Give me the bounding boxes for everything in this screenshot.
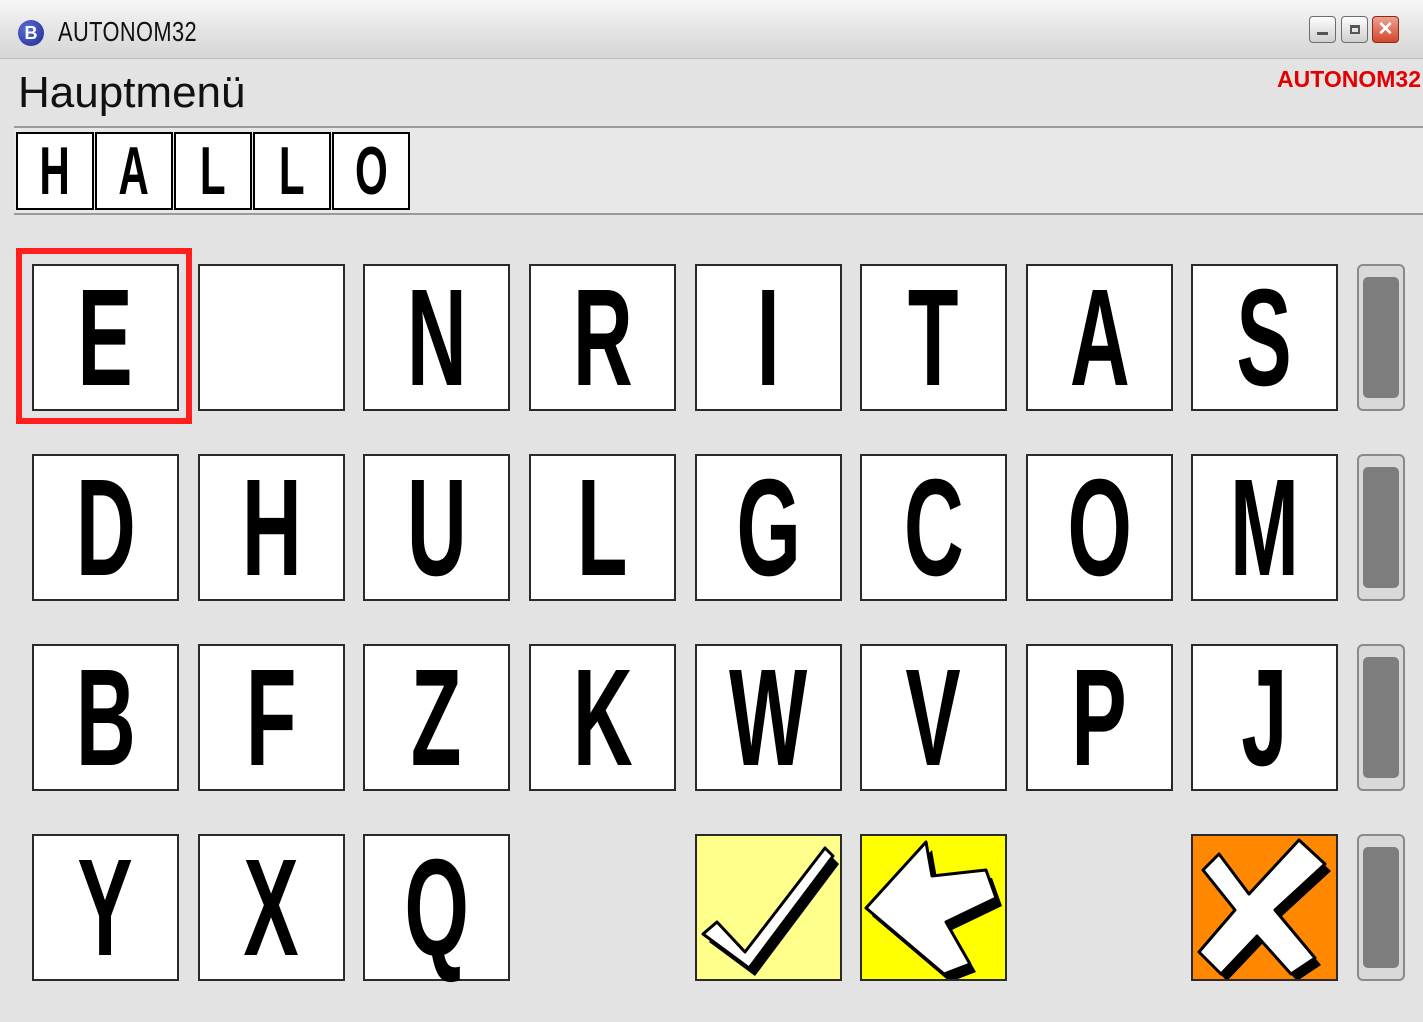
key-w[interactable]: W (695, 644, 842, 791)
key-b[interactable]: B (32, 644, 179, 791)
key-r[interactable]: R (529, 264, 676, 411)
key-t[interactable]: T (860, 264, 1007, 411)
text-output: H A L L O (16, 132, 411, 210)
key-n[interactable]: N (363, 264, 510, 411)
key-a[interactable]: A (1026, 264, 1173, 411)
row-scroll-button-4[interactable] (1357, 834, 1405, 981)
scroll-thumb (1363, 657, 1399, 778)
backspace-button[interactable] (860, 834, 1007, 981)
row-scroll-button-2[interactable] (1357, 454, 1405, 601)
key-space[interactable] (198, 264, 345, 411)
key-h[interactable]: H (198, 454, 345, 601)
key-i[interactable]: I (695, 264, 842, 411)
page-title: Hauptmenü (18, 68, 246, 117)
cancel-button[interactable] (1191, 834, 1338, 981)
key-s[interactable]: S (1191, 264, 1338, 411)
key-c[interactable]: C (860, 454, 1007, 601)
minimize-button[interactable] (1309, 16, 1336, 43)
close-icon: ✕ (1377, 19, 1394, 40)
output-letter: L (253, 132, 331, 210)
divider-bottom (14, 213, 1423, 215)
app-icon: B (18, 20, 44, 46)
brand-label: AUTONOM32 (1277, 66, 1421, 92)
output-letter: L (174, 132, 252, 210)
scroll-thumb (1363, 277, 1399, 398)
scroll-thumb (1363, 467, 1399, 588)
maximize-button[interactable] (1341, 16, 1368, 43)
key-m[interactable]: M (1191, 454, 1338, 601)
key-v[interactable]: V (860, 644, 1007, 791)
key-z[interactable]: Z (363, 644, 510, 791)
output-letter: H (16, 132, 94, 210)
key-y[interactable]: Y (32, 834, 179, 981)
title-bar: B AUTONOM32 ✕ (0, 0, 1423, 59)
close-button[interactable]: ✕ (1372, 16, 1399, 43)
output-letter: O (332, 132, 410, 210)
output-letter: A (95, 132, 173, 210)
maximize-icon (1349, 25, 1360, 34)
key-q[interactable]: Q (363, 834, 510, 981)
key-f[interactable]: F (198, 644, 345, 791)
window-title: AUTONOM32 (58, 16, 198, 47)
key-j[interactable]: J (1191, 644, 1338, 791)
row-scroll-button-1[interactable] (1357, 264, 1405, 411)
key-e[interactable]: E (32, 264, 179, 411)
key-o[interactable]: O (1026, 454, 1173, 601)
scroll-thumb (1363, 847, 1399, 968)
cross-icon (1197, 838, 1331, 979)
minimize-icon (1317, 32, 1328, 35)
key-u[interactable]: U (363, 454, 510, 601)
key-l[interactable]: L (529, 454, 676, 601)
back-arrow-icon (864, 840, 1002, 979)
key-k[interactable]: K (529, 644, 676, 791)
confirm-button[interactable] (695, 834, 842, 981)
key-x[interactable]: X (198, 834, 345, 981)
checkmark-icon (701, 846, 839, 976)
key-d[interactable]: D (32, 454, 179, 601)
key-p[interactable]: P (1026, 644, 1173, 791)
row-scroll-button-3[interactable] (1357, 644, 1405, 791)
key-g[interactable]: G (695, 454, 842, 601)
